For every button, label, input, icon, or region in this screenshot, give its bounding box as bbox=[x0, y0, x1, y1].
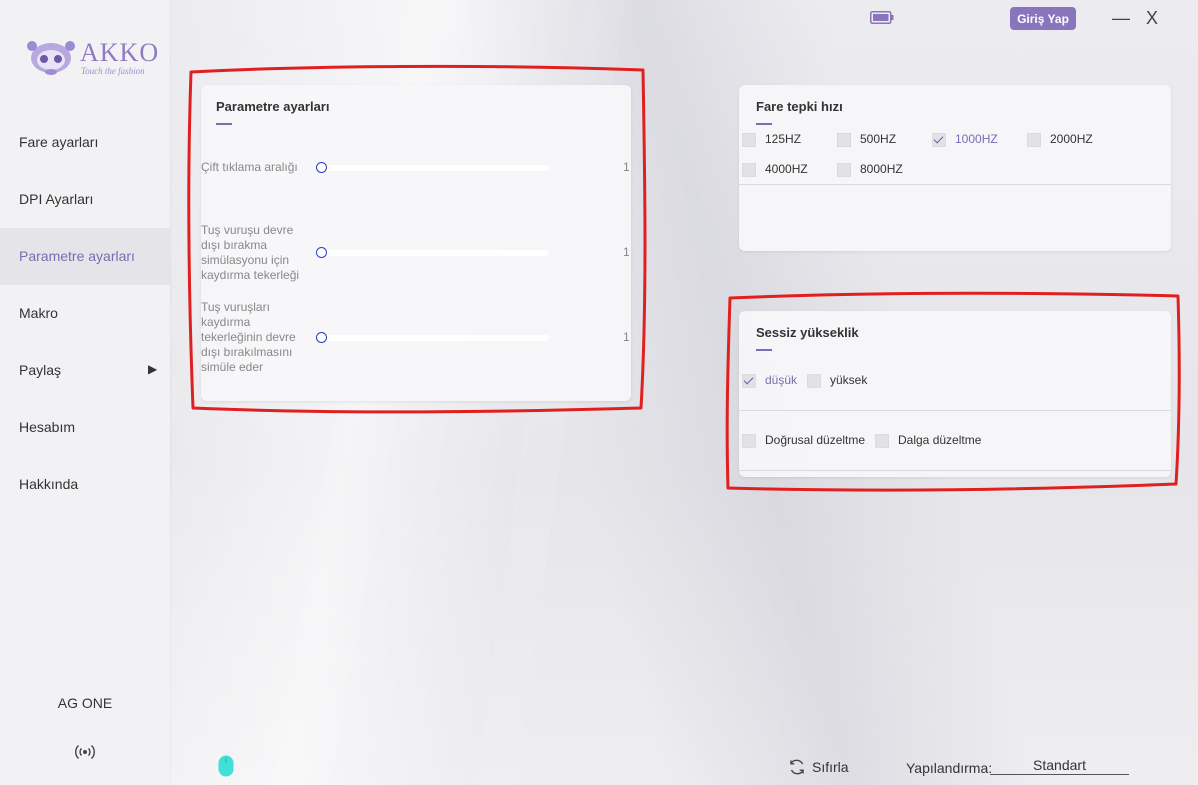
rate-8000hz-checkbox[interactable] bbox=[837, 163, 851, 177]
battery-icon bbox=[870, 11, 894, 24]
login-button[interactable]: Giriş Yap bbox=[1010, 7, 1076, 30]
refresh-icon bbox=[790, 759, 804, 775]
linear-correction-label[interactable]: Doğrusal düzeltme bbox=[765, 433, 865, 447]
rate-125hz-label[interactable]: 125HZ bbox=[765, 132, 801, 146]
device-name: AG ONE bbox=[57, 695, 113, 711]
divider bbox=[739, 184, 1171, 185]
sidebar-item-label: Paylaş bbox=[19, 362, 62, 378]
sidebar-item-label: Parametre ayarları bbox=[19, 248, 135, 264]
rate-2000hz-label[interactable]: 2000HZ bbox=[1050, 132, 1093, 146]
divider bbox=[739, 470, 1171, 471]
sidebar-item-share[interactable]: Paylaş ▶ bbox=[0, 342, 170, 399]
high-height-checkbox[interactable] bbox=[807, 374, 821, 388]
rate-2000hz-checkbox[interactable] bbox=[1027, 133, 1041, 147]
sidebar-item-label: Hakkında bbox=[19, 476, 79, 492]
keystroke-scroll-simulation-value: 1 bbox=[623, 330, 630, 344]
chevron-right-icon: ▶ bbox=[148, 362, 158, 376]
low-height-checkbox[interactable] bbox=[742, 374, 756, 388]
keystroke-scroll-simulation-slider-handle[interactable] bbox=[316, 332, 327, 343]
sidebar-item-dpi-settings[interactable]: DPI Ayarları bbox=[0, 171, 170, 228]
rate-4000hz-checkbox[interactable] bbox=[742, 163, 756, 177]
brand-tagline: Touch the fashion bbox=[81, 66, 145, 76]
rate-500hz-checkbox[interactable] bbox=[837, 133, 851, 147]
low-height-label[interactable]: düşük bbox=[765, 373, 797, 387]
scroll-disable-simulation-label: Tuş vuruşu devre dışı bırakma simülasyon… bbox=[201, 223, 300, 282]
double-click-interval-slider[interactable] bbox=[322, 165, 549, 171]
configuration-label: Yapılandırma: bbox=[906, 760, 993, 776]
minimize-button[interactable]: — bbox=[1112, 8, 1130, 29]
wave-correction-checkbox[interactable] bbox=[875, 434, 889, 448]
brand-name: AKKO bbox=[80, 38, 160, 67]
close-button[interactable]: X bbox=[1146, 8, 1158, 29]
linear-correction-checkbox[interactable] bbox=[742, 434, 756, 448]
akko-logo: AKKO Touch the fashion bbox=[24, 36, 158, 80]
rate-1000hz-checkbox[interactable] bbox=[932, 133, 946, 147]
title-underline bbox=[756, 349, 772, 351]
sidebar-item-about[interactable]: Hakkında bbox=[0, 456, 170, 513]
wave-correction-label[interactable]: Dalga düzeltme bbox=[898, 433, 981, 447]
sidebar-item-parameter-settings[interactable]: Parametre ayarları bbox=[0, 228, 170, 285]
rate-8000hz-label[interactable]: 8000HZ bbox=[860, 162, 903, 176]
divider bbox=[739, 410, 1171, 411]
double-click-interval-slider-handle[interactable] bbox=[316, 162, 327, 173]
sidebar-item-macro[interactable]: Makro bbox=[0, 285, 170, 342]
sidebar-item-mouse-settings[interactable]: Fare ayarları bbox=[0, 114, 170, 171]
title-underline bbox=[756, 123, 772, 125]
scroll-disable-simulation-slider-handle[interactable] bbox=[316, 247, 327, 258]
rate-4000hz-label[interactable]: 4000HZ bbox=[765, 162, 808, 176]
double-click-interval-value: 1 bbox=[623, 160, 630, 174]
sidebar-item-label: DPI Ayarları bbox=[19, 191, 94, 207]
card-title: Parametre ayarları bbox=[216, 99, 330, 114]
scroll-disable-simulation-slider[interactable] bbox=[322, 250, 549, 256]
akko-mascot-icon bbox=[27, 41, 75, 75]
keystroke-scroll-simulation-label: Tuş vuruşları kaydırma tekerleğinin devr… bbox=[201, 300, 296, 374]
sidebar-item-label: Fare ayarları bbox=[19, 134, 99, 150]
mouse-icon bbox=[218, 755, 234, 777]
sidebar-item-account[interactable]: Hesabım bbox=[0, 399, 170, 456]
high-height-label[interactable]: yüksek bbox=[830, 373, 867, 387]
rate-1000hz-label[interactable]: 1000HZ bbox=[955, 132, 998, 146]
scroll-disable-simulation-value: 1 bbox=[623, 245, 630, 259]
rate-500hz-label[interactable]: 500HZ bbox=[860, 132, 896, 146]
reset-label: Sıfırla bbox=[812, 759, 849, 775]
sidebar: AKKO Touch the fashion Fare ayarları DPI… bbox=[0, 0, 170, 785]
title-underline bbox=[216, 123, 232, 125]
configuration-select[interactable]: Standart bbox=[990, 757, 1129, 775]
card-title: Sessiz yükseklik bbox=[756, 325, 859, 340]
sidebar-item-label: Makro bbox=[19, 305, 58, 321]
rate-125hz-checkbox[interactable] bbox=[742, 133, 756, 147]
wireless-signal-icon[interactable] bbox=[73, 740, 97, 764]
keystroke-scroll-simulation-slider[interactable] bbox=[322, 335, 549, 341]
mouse-response-rate-card: Fare tepki hızı 125HZ 500HZ 1000HZ 2000H… bbox=[739, 85, 1171, 251]
sidebar-item-label: Hesabım bbox=[19, 419, 76, 435]
silent-height-card: Sessiz yükseklik düşük yüksek Doğrusal d… bbox=[739, 311, 1171, 477]
card-title: Fare tepki hızı bbox=[756, 99, 843, 114]
double-click-interval-label: Çift tıklama aralığı bbox=[201, 160, 298, 174]
parameter-settings-card: Parametre ayarları Çift tıklama aralığı … bbox=[201, 85, 631, 401]
